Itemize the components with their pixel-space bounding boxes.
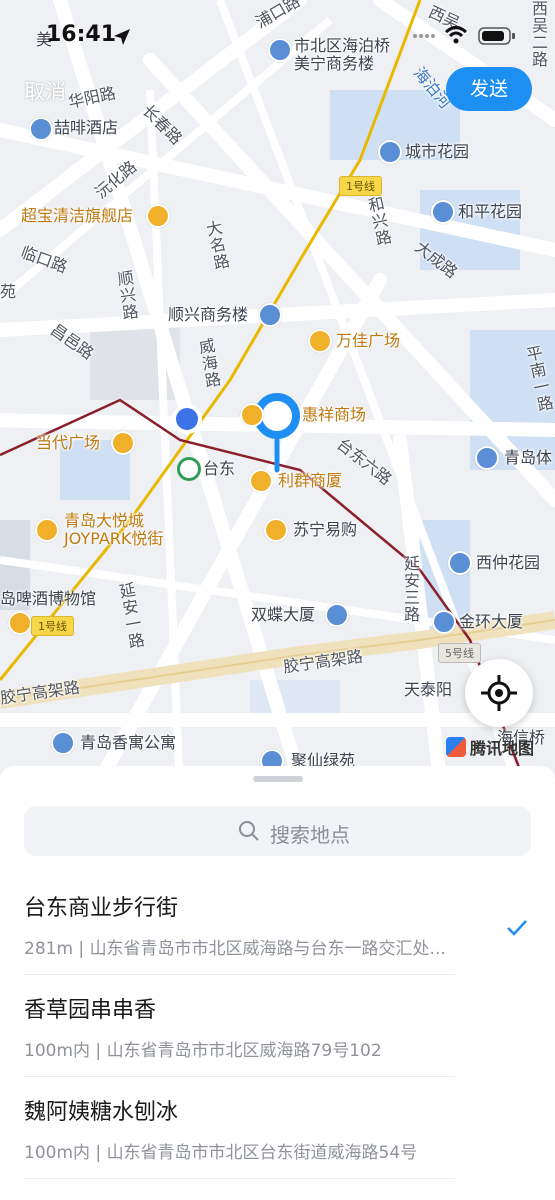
- home-icon: [431, 200, 455, 224]
- send-button[interactable]: 发送: [446, 67, 532, 111]
- poi-label: 苏宁易购: [293, 520, 358, 539]
- map-brand: 腾讯地图: [470, 739, 535, 758]
- tencent-map-logo-icon: [446, 737, 466, 757]
- building-icon: [325, 603, 349, 627]
- building-icon: [258, 303, 282, 327]
- poi-label: 和平花园: [458, 202, 523, 221]
- mall-icon: [111, 431, 135, 455]
- search-placeholder: 搜索地点: [270, 823, 350, 847]
- stadium-icon: [475, 446, 499, 470]
- building-icon: [432, 610, 456, 634]
- hotel-icon: [29, 117, 53, 141]
- home-icon: [378, 140, 402, 164]
- poi-label: 岛啤酒博物馆: [0, 589, 97, 608]
- poi-label: 台东: [203, 459, 236, 478]
- road-label: 苑: [0, 282, 17, 301]
- poi-label: 喆啡酒店: [54, 118, 119, 137]
- mall-icon: [35, 518, 59, 542]
- poi-label: 惠祥商场: [302, 405, 367, 424]
- poi-label: 城市花园: [405, 142, 470, 161]
- location-sheet: 搜索地点 台东商业步行街 281m | 山东省青岛市市北区威海路与台东一路交汇处…: [0, 766, 555, 1200]
- poi-label: 双蝶大厦: [251, 605, 316, 624]
- search-input[interactable]: 搜索地点: [24, 806, 531, 856]
- metro-line-badge: 1号线: [31, 616, 74, 636]
- checkmark-icon: [507, 920, 527, 936]
- mall-icon: [240, 403, 264, 427]
- location-arrow-icon: [114, 29, 130, 45]
- poi-label: 青岛体: [504, 448, 553, 467]
- place-address: 281m | 山东省青岛市市北区威海路与台东一路交汇处...: [24, 939, 446, 959]
- place-name: 魏阿姨糖水刨冰: [24, 1100, 179, 1125]
- status-bar: 16:41: [0, 0, 555, 74]
- shop-icon: [249, 469, 273, 493]
- poi-label: 青岛香寓公寓: [80, 733, 177, 752]
- poi-label: 超宝清洁旗舰店: [21, 206, 134, 225]
- map-view[interactable]: 喆啡酒店 城市花园 和平花园 超宝清洁旗舰店 顺兴商务楼 万佳广场 惠祥商场 当…: [0, 0, 555, 790]
- suning-icon: [264, 518, 288, 542]
- home-icon: [448, 551, 472, 575]
- poi-label: JOYPARK悦街: [64, 529, 164, 548]
- road-label: 延安三路: [401, 555, 420, 623]
- hotel-icon: [51, 731, 75, 755]
- status-time: 16:41: [46, 22, 117, 47]
- poi-label: 万佳广场: [336, 331, 401, 350]
- poi-label: 金环大厦: [459, 612, 524, 631]
- battery-icon: [478, 27, 515, 45]
- drag-handle[interactable]: [253, 776, 303, 782]
- locate-button[interactable]: [465, 659, 533, 727]
- crosshair-icon: [481, 675, 517, 711]
- wifi-icon: [444, 26, 468, 44]
- museum-icon: [8, 611, 32, 635]
- shop-icon: [146, 204, 170, 228]
- place-name: 台东商业步行街: [24, 896, 179, 921]
- place-address: 100m内 | 山东省青岛市市北区台东街道威海路54号: [24, 1143, 418, 1163]
- poi-label: 顺兴商务楼: [168, 305, 249, 324]
- list-item[interactable]: 台东商业步行街 281m | 山东省青岛市市北区威海路与台东一路交汇处...: [24, 890, 455, 975]
- place-address: 100m内 | 山东省青岛市市北区威海路79号102: [24, 1041, 382, 1061]
- metro-line-badge: 1号线: [339, 176, 382, 196]
- poi-label: 天泰阳: [404, 680, 453, 699]
- signal-icon: [413, 34, 435, 38]
- cancel-button[interactable]: 取消: [24, 76, 66, 106]
- poi-label: 青岛大悦城: [64, 511, 145, 530]
- poi-label: 当代广场: [36, 433, 101, 452]
- mall-icon: [308, 329, 332, 353]
- search-icon: [239, 821, 259, 841]
- metro-station-icon: [177, 457, 201, 481]
- list-item[interactable]: 香草园串串香 100m内 | 山东省青岛市市北区威海路79号102: [24, 992, 455, 1077]
- poi-label: 利群商厦: [278, 471, 343, 490]
- list-item[interactable]: 魏阿姨糖水刨冰 100m内 | 山东省青岛市市北区台东街道威海路54号: [24, 1094, 455, 1179]
- poi-label: 西仲花园: [476, 553, 541, 572]
- place-name: 香草园串串香: [24, 998, 157, 1023]
